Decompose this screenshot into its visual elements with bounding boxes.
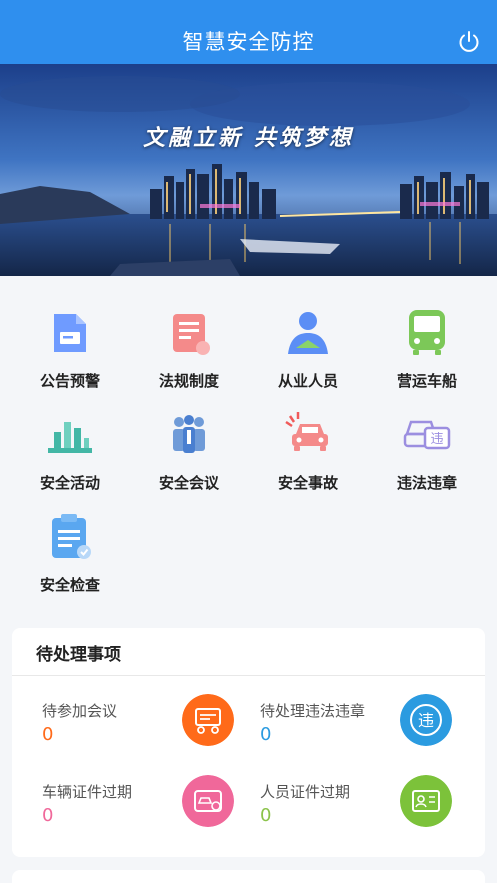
todo-item-meetings[interactable]: 待参加会议 0: [42, 694, 272, 780]
todo-divider: [12, 675, 485, 676]
menu-grid: 公告预警 法规制度 从业人员 营运车船 安全活动 安全会议 安全事故 违 违法违…: [0, 276, 497, 620]
svg-text:违: 违: [418, 711, 434, 730]
violation-badge-icon: 违: [400, 694, 452, 746]
todo-item-violations[interactable]: 待处理违法违章 0 违: [260, 694, 490, 780]
clipboard-check-icon: [52, 514, 91, 559]
menu-item-vehicle[interactable]: 营运车船: [365, 308, 489, 408]
menu-label-violation: 违法违章: [396, 474, 457, 492]
meeting-icon: [173, 415, 205, 453]
menu-label-meeting: 安全会议: [158, 474, 219, 492]
activity-chart-icon: [48, 422, 92, 453]
todo-value-personnel-license: 0: [260, 805, 272, 826]
secondary-card: [12, 870, 485, 883]
menu-item-inspection[interactable]: 安全检查: [8, 512, 132, 612]
menu-label-announcement: 公告预警: [39, 372, 100, 390]
regulation-icon: [173, 314, 210, 355]
vehicle-license-icon: [182, 775, 234, 827]
todo-label-personnel-license: 人员证件过期: [260, 783, 351, 801]
todo-card: 待处理事项 待参加会议 0 待处理违法违章 0 违 车辆证件过期 0 人员证件过…: [12, 628, 485, 857]
announcement-icon: [54, 314, 86, 352]
todo-label-vehicle-license: 车辆证件过期: [42, 783, 133, 801]
menu-label-activity: 安全活动: [39, 474, 100, 492]
todo-value-meetings: 0: [42, 724, 54, 745]
todo-title: 待处理事项: [36, 645, 121, 665]
todo-value-vehicle-license: 0: [42, 805, 54, 826]
todo-item-personnel-license[interactable]: 人员证件过期 0: [260, 775, 490, 861]
menu-label-accident: 安全事故: [277, 474, 338, 492]
personnel-license-icon: [400, 775, 452, 827]
menu-item-announcement[interactable]: 公告预警: [8, 308, 132, 408]
staff-icon: [288, 312, 328, 354]
menu-item-violation[interactable]: 违 违法违章: [365, 410, 489, 510]
banner-image[interactable]: 文融立新 共筑梦想: [0, 64, 497, 276]
accident-car-icon: [285, 412, 328, 451]
todo-label-violations: 待处理违法违章: [260, 702, 366, 720]
menu-label-inspection: 安全检查: [39, 576, 100, 594]
bus-icon: [409, 310, 445, 355]
violation-car-icon: 违: [403, 420, 451, 450]
menu-item-meeting[interactable]: 安全会议: [127, 410, 251, 510]
menu-item-regulation[interactable]: 法规制度: [127, 308, 251, 408]
menu-item-accident[interactable]: 安全事故: [246, 410, 370, 510]
meeting-badge-icon: [182, 694, 234, 746]
svg-text:违: 违: [430, 432, 443, 447]
menu-label-vehicle: 营运车船: [396, 372, 457, 390]
app-header: 智慧安全防控: [0, 0, 497, 64]
todo-label-meetings: 待参加会议: [42, 702, 118, 720]
menu-item-staff[interactable]: 从业人员: [246, 308, 370, 408]
menu-item-activity[interactable]: 安全活动: [8, 410, 132, 510]
power-icon[interactable]: [457, 30, 481, 54]
menu-label-staff: 从业人员: [277, 372, 338, 390]
todo-value-violations: 0: [260, 724, 272, 745]
page-title: 智慧安全防控: [182, 30, 315, 54]
menu-label-regulation: 法规制度: [158, 372, 219, 390]
todo-item-vehicle-license[interactable]: 车辆证件过期 0: [42, 775, 272, 861]
banner-slogan: 文融立新 共筑梦想: [143, 125, 354, 151]
